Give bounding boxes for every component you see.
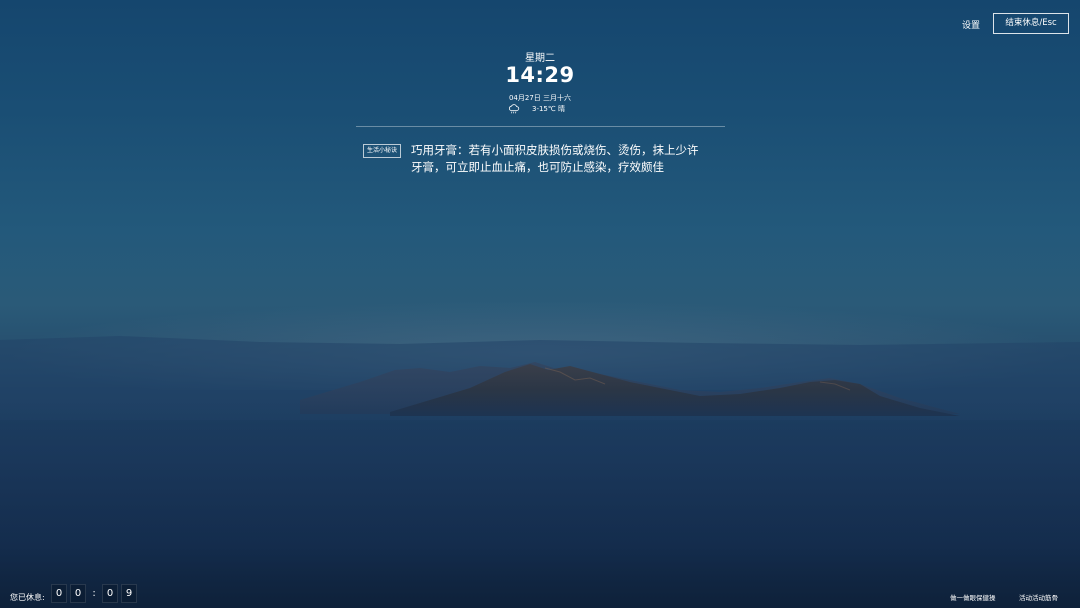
tip-tag: 生活小秘诀 [363, 144, 402, 158]
divider [356, 126, 725, 127]
rest-duration-label: 您已休息: [10, 593, 45, 602]
timer-digit: 0 [102, 584, 118, 603]
settings-link[interactable]: 设置 [962, 18, 980, 31]
temperature-label: 3-15℃ 晴 [532, 105, 565, 113]
timer-digit: 0 [70, 584, 86, 603]
timer-separator: : [92, 588, 96, 599]
date-label: 04月27日 三月十六 [508, 94, 572, 102]
eye-exercise-link[interactable]: 做一做眼保健操 [950, 592, 996, 602]
activity-guide-link[interactable]: 活动活动筋骨 [1019, 592, 1058, 602]
timer-digit: 0 [51, 584, 67, 603]
cloud-rain-icon [508, 104, 520, 114]
rest-timer: 0 0 : 0 9 [51, 584, 140, 603]
clock-time: 14:29 [505, 63, 575, 87]
tip-line: 牙膏，可立即止血止痛，也可防止感染，疗效颇佳 [411, 160, 664, 174]
break-screen: 设置 结束休息/Esc 星期二 14:29 04月27日 三月十六 3-15℃ … [0, 0, 1080, 608]
timer-digit: 9 [121, 584, 137, 603]
end-break-button[interactable]: 结束休息/Esc [993, 13, 1069, 34]
tip-text: 巧用牙膏：若有小面积皮肤损伤或烧伤、烫伤，抹上少许 牙膏，可立即止血止痛，也可防… [411, 142, 721, 176]
weather-info: 3-15℃ 晴 [508, 104, 565, 114]
tip-line: 巧用牙膏：若有小面积皮肤损伤或烧伤、烫伤，抹上少许 [411, 143, 699, 157]
fog-layer [0, 400, 1080, 608]
weekday-label: 星期二 [525, 53, 555, 64]
